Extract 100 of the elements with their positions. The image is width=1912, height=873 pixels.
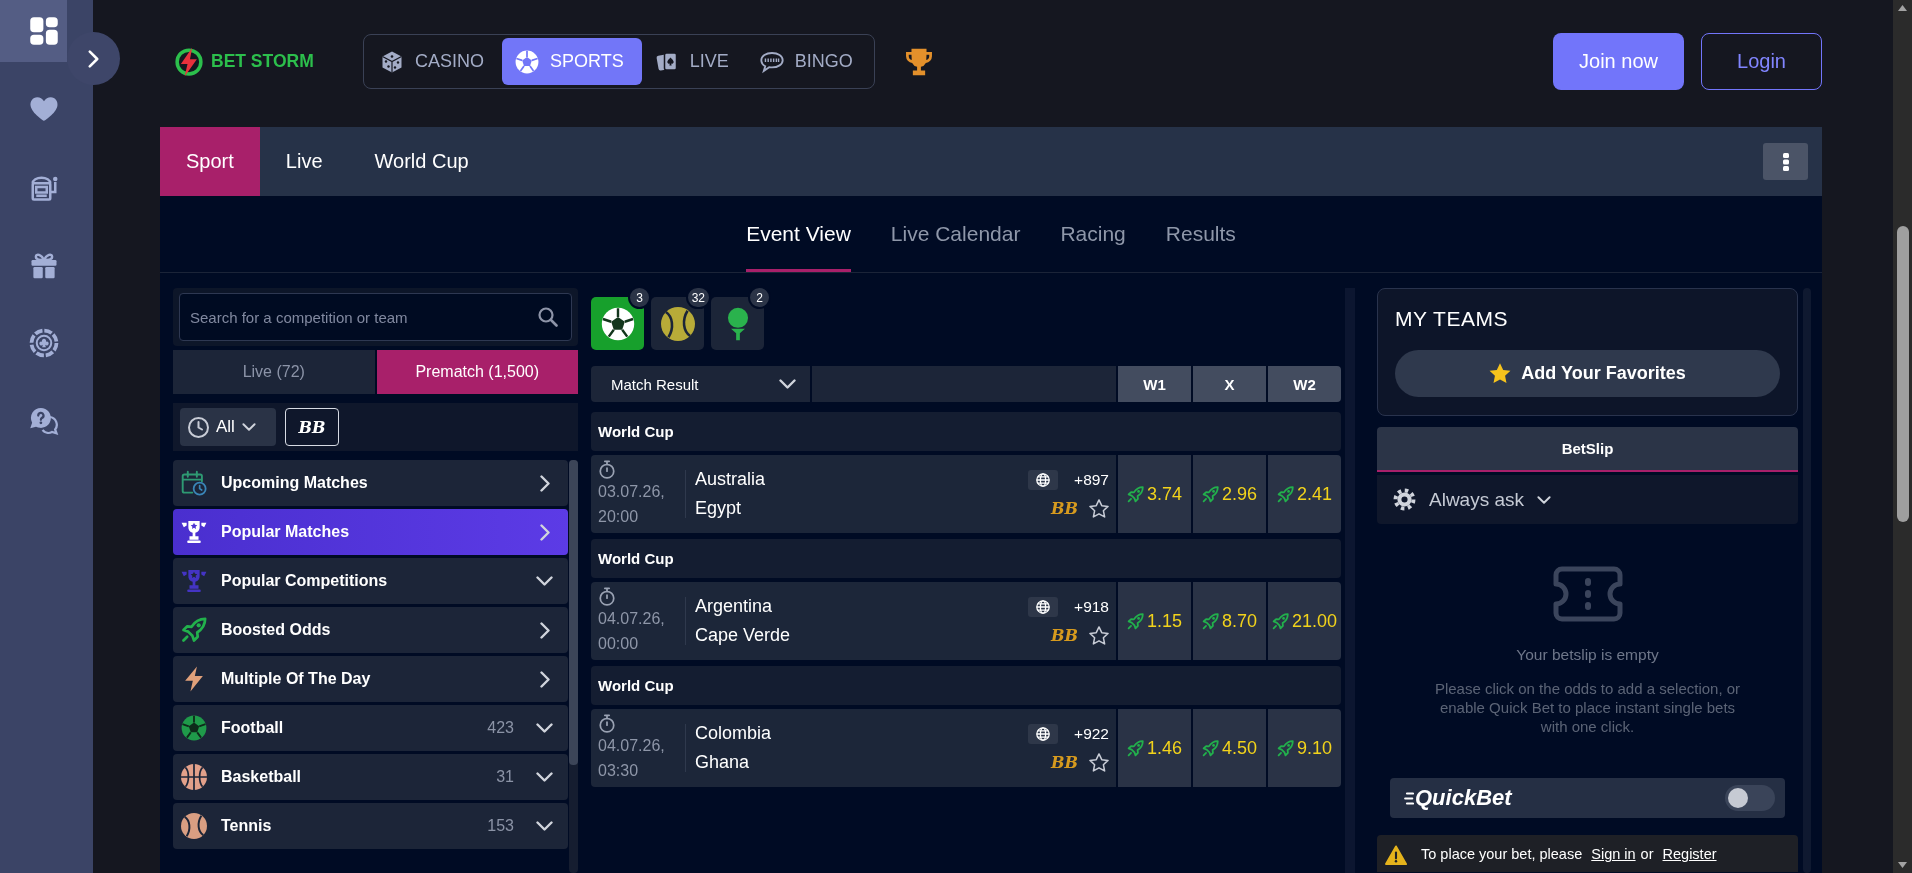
scrollbar-track[interactable] — [569, 460, 578, 873]
view-tab[interactable]: Results — [1165, 196, 1236, 272]
trophy-icon — [181, 568, 207, 594]
category-tab[interactable]: BINGO — [746, 38, 871, 85]
star-icon[interactable] — [1089, 753, 1109, 772]
market-dropdown[interactable]: Match Result — [591, 366, 812, 402]
ticket-icon — [1551, 565, 1624, 623]
menu-item[interactable]: Popular Competitions — [173, 558, 568, 604]
heart-icon[interactable] — [29, 94, 59, 124]
bet-builder-label: BB — [1050, 499, 1078, 518]
odds-button[interactable]: 1.46 — [1118, 709, 1191, 787]
warning-icon — [1385, 845, 1407, 865]
empty-message: Please click on the odds to add a selection, or enable Quick Bet to place instant single bets with one click. — [1433, 679, 1742, 736]
section-tab[interactable]: Live — [259, 127, 349, 196]
clock-icon — [188, 416, 209, 438]
notice-link[interactable]: Sign in — [1591, 846, 1636, 862]
rocket-icon — [181, 617, 207, 643]
scroll-down-icon[interactable] — [1898, 862, 1907, 868]
star-icon — [1489, 363, 1512, 384]
empty-title: Your betslip is empty — [1515, 645, 1660, 664]
sidebar-button[interactable] — [0, 0, 67, 62]
poker-chip-icon[interactable] — [29, 328, 59, 358]
markets-count[interactable]: +918 — [1074, 598, 1109, 616]
team-name: Ghana — [695, 751, 750, 774]
bet-builder-label: BB — [1050, 626, 1078, 645]
help-chat-icon[interactable] — [29, 406, 59, 436]
menu-item[interactable]: Popular Matches — [173, 509, 568, 555]
odds-button[interactable]: 4.50 — [1193, 709, 1266, 787]
view-tab[interactable]: Live Calendar — [890, 196, 1021, 272]
odds-button[interactable]: 21.00 — [1268, 582, 1341, 660]
odds-button[interactable]: 9.10 — [1268, 709, 1341, 787]
event-row[interactable]: 04.07.26, 00:00 Argentina Cape Verde +918 BB — [591, 582, 1116, 660]
view-tab[interactable]: Racing — [1060, 196, 1126, 272]
trophy-icon[interactable] — [904, 47, 933, 76]
star-icon[interactable] — [1089, 499, 1109, 518]
menu-item[interactable]: Basketball 31 — [173, 754, 568, 800]
search-field[interactable]: Search for a competition or team — [179, 293, 572, 341]
speech-bubble-icon — [759, 49, 784, 74]
odds-button[interactable]: 2.41 — [1268, 455, 1341, 533]
odds-button[interactable]: 1.15 — [1118, 582, 1191, 660]
football-icon — [515, 49, 539, 74]
betslip-tab[interactable]: BetSlip — [1377, 427, 1798, 472]
menu-item[interactable]: Multiple Of The Day — [173, 656, 568, 702]
stopwatch-icon — [598, 714, 616, 733]
join-button[interactable]: Join now — [1553, 33, 1684, 90]
odds-change-dropdown[interactable]: Always ask — [1393, 488, 1552, 511]
football-icon — [600, 306, 635, 341]
odds-button[interactable]: 3.74 — [1118, 455, 1191, 533]
time-filter-dropdown[interactable]: All — [180, 408, 276, 446]
competition-header: World Cup — [591, 412, 1341, 451]
quickbet-logo: QuickBet — [1415, 785, 1512, 811]
mode-tab[interactable]: Prematch (1,500) — [376, 350, 578, 394]
section-tab[interactable]: Sport — [160, 127, 260, 196]
speed-lines-icon — [1404, 791, 1414, 805]
column-header: W2 — [1268, 366, 1341, 402]
more-vertical-icon — [1782, 152, 1789, 171]
category-tab[interactable]: CASINO — [367, 38, 502, 85]
scrollbar-track[interactable] — [1893, 0, 1912, 873]
odds-button[interactable]: 8.70 — [1193, 582, 1266, 660]
menu-item[interactable]: Tennis 153 — [173, 803, 568, 849]
calendar-clock-icon — [181, 470, 207, 496]
markets-count[interactable]: +922 — [1074, 725, 1109, 743]
markets-count[interactable]: +897 — [1074, 471, 1109, 489]
logo-text[interactable]: BET STORM — [211, 51, 314, 72]
settings-icon — [1393, 488, 1416, 511]
scroll-up-icon[interactable] — [1898, 5, 1907, 11]
count-badge: 2 — [748, 286, 771, 309]
team-name: Colombia — [695, 722, 772, 745]
toggle-switch[interactable] — [1725, 785, 1775, 811]
section-tab[interactable]: World Cup — [348, 127, 495, 196]
search-icon[interactable] — [538, 307, 558, 327]
mode-tab[interactable]: Live (72) — [173, 350, 375, 394]
odds-button[interactable]: 2.96 — [1193, 455, 1266, 533]
team-name: Australia — [695, 468, 766, 491]
dashboard-icon[interactable] — [29, 16, 59, 46]
add-favorites-button[interactable]: Add Your Favorites — [1395, 350, 1780, 397]
team-name: Cape Verde — [695, 624, 791, 647]
section-title: MY TEAMS — [1395, 306, 1509, 332]
more-button[interactable] — [1763, 143, 1808, 180]
scrollbar-thumb[interactable] — [569, 460, 578, 765]
menu-item[interactable]: Upcoming Matches — [173, 460, 568, 506]
menu-item[interactable]: Football 423 — [173, 705, 568, 751]
chevron-down-icon — [779, 379, 796, 389]
event-row[interactable]: 04.07.26, 03:30 Colombia Ghana +922 BB — [591, 709, 1116, 787]
event-date: 04.07.26, 03:30 — [598, 736, 666, 781]
bet-builder-button[interactable]: BB — [285, 408, 339, 446]
category-tab[interactable]: LIVE — [641, 38, 747, 85]
view-tab[interactable]: Event View — [746, 196, 851, 272]
event-date: 04.07.26, 00:00 — [598, 609, 666, 654]
event-row[interactable]: 03.07.26, 20:00 Australia Egypt +897 BB — [591, 455, 1116, 533]
category-tab[interactable]: SPORTS — [502, 38, 642, 85]
column-header: X — [1193, 366, 1266, 402]
scrollbar-thumb[interactable] — [1896, 226, 1909, 522]
menu-item[interactable]: Boosted Odds — [173, 607, 568, 653]
star-icon[interactable] — [1089, 626, 1109, 645]
match-count: 423 — [487, 719, 514, 737]
notice-link[interactable]: Register — [1662, 846, 1717, 862]
basketball-icon — [181, 764, 207, 790]
login-button[interactable]: Login — [1701, 33, 1822, 90]
lightning-logo-icon[interactable] — [174, 46, 204, 77]
